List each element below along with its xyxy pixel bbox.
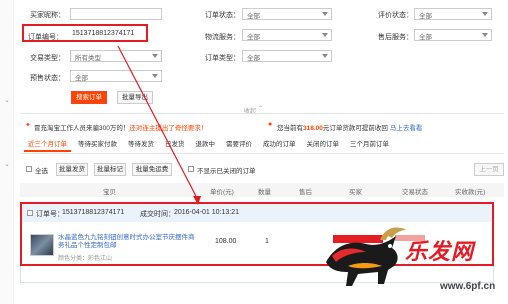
watermark-url: www.6pf.cn bbox=[440, 281, 496, 292]
watermark-logo-text: 乐发网 bbox=[405, 239, 475, 265]
watermark-bull-logo bbox=[326, 227, 406, 286]
